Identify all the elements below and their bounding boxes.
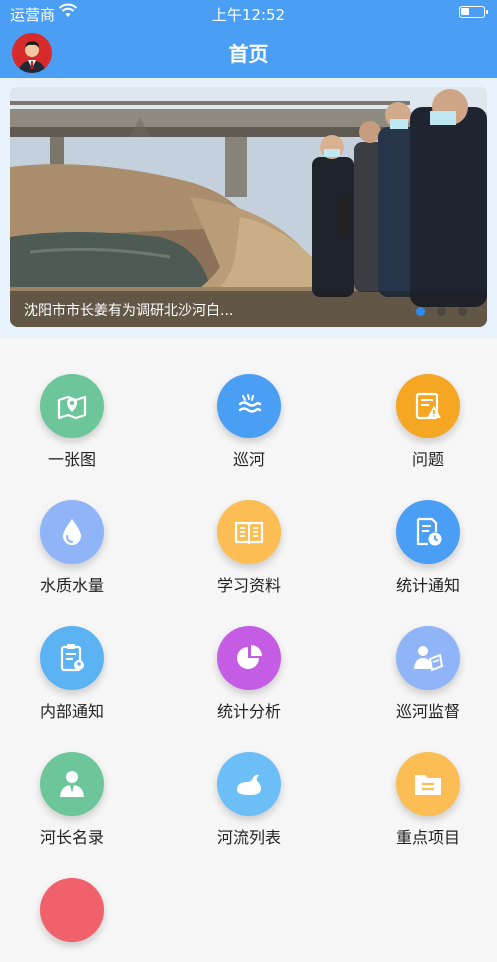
menu-item-river-list[interactable]: 河流列表 (189, 726, 309, 847)
carousel-dots (404, 304, 467, 320)
menu-icon-bg (396, 374, 460, 438)
menu-label: 巡河监督 (395, 702, 460, 721)
page-title: 首页 (228, 42, 269, 66)
menu-item-partial[interactable] (12, 852, 132, 962)
menu-icon-bg (217, 374, 281, 438)
menu-item-stat-notice[interactable]: 统计通知 (368, 474, 488, 595)
menu-item-river-chief-list[interactable]: 河长名录 (12, 726, 132, 847)
menu-label: 一张图 (47, 450, 96, 469)
menu-label: 学习资料 (216, 576, 281, 595)
carousel-dot[interactable] (437, 307, 446, 316)
menu-icon-bg (217, 752, 281, 816)
map-icon (57, 395, 87, 420)
person-icon (60, 771, 84, 797)
menu-icon-bg (40, 374, 104, 438)
menu-item-map[interactable]: 一张图 (12, 348, 132, 469)
water-drop-icon (63, 519, 81, 545)
menu-icon-bg (40, 500, 104, 564)
menu-icon-bg (217, 500, 281, 564)
menu-item-study-materials[interactable]: 学习资料 (189, 474, 309, 595)
menu-icon-bg (396, 752, 460, 816)
menu-icon-bg (40, 878, 104, 942)
warning-doc-icon (415, 392, 441, 420)
menu-label: 内部通知 (39, 702, 104, 721)
notice-clock-icon (416, 517, 442, 546)
banner-caption: 沈阳市市长姜有为调研北沙河白... (10, 291, 487, 327)
wave-icon (238, 394, 262, 413)
menu-item-issues[interactable]: 问题 (368, 348, 488, 469)
status-bar: 运营商 上午12:52 (0, 0, 497, 26)
banner-caption-text: 沈阳市市长姜有为调研北沙河白... (24, 303, 234, 319)
menu-item-patrol[interactable]: 巡河 (189, 348, 309, 469)
river-icon (237, 774, 261, 795)
menu-item-internal-notice[interactable]: 内部通知 (12, 600, 132, 721)
menu-label: 巡河 (232, 450, 265, 469)
menu-icon-bg (217, 626, 281, 690)
menu-item-stat-analysis[interactable]: 统计分析 (189, 600, 309, 721)
menu-label: 河长名录 (39, 828, 104, 847)
pie-chart-icon (237, 645, 262, 669)
banner-section: 沈阳市市长姜有为调研北沙河白... (0, 78, 497, 338)
menu-item-patrol-supervision[interactable]: 巡河监督 (368, 600, 488, 721)
menu-icon-bg (40, 752, 104, 816)
news-banner[interactable]: 沈阳市市长姜有为调研北沙河白... (10, 87, 487, 327)
menu-icon-bg (40, 626, 104, 690)
menu-icon-bg (396, 500, 460, 564)
nav-bar: 首页 (0, 26, 497, 78)
menu-icon-bg (396, 626, 460, 690)
menu-item-key-projects[interactable]: 重点项目 (368, 726, 488, 847)
menu-label: 统计通知 (395, 576, 460, 595)
menu-grid: 一张图 巡河 问题 水质水量 学习资料 统计通知 内部通知 统计分析 巡河监督 … (0, 346, 497, 942)
book-icon (234, 521, 264, 545)
clipboard-icon (60, 644, 84, 672)
clock: 上午12:52 (211, 6, 286, 24)
menu-label: 统计分析 (216, 702, 281, 721)
menu-label: 重点项目 (395, 828, 460, 847)
battery-icon (459, 6, 488, 18)
folder-icon (415, 775, 441, 795)
menu-item-water-quality[interactable]: 水质水量 (12, 474, 132, 595)
menu-label: 水质水量 (39, 576, 104, 595)
menu-label: 河流列表 (216, 828, 281, 847)
carousel-dot[interactable] (458, 307, 467, 316)
carousel-dot-active[interactable] (416, 307, 425, 316)
supervisor-icon (414, 646, 444, 672)
menu-label: 问题 (411, 450, 444, 469)
